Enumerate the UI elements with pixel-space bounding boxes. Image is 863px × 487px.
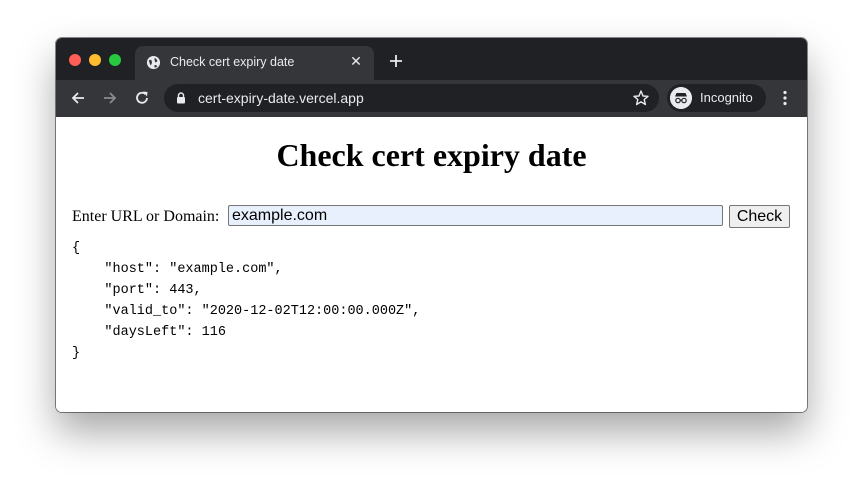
page-title: Check cert expiry date [276,137,587,173]
incognito-label: Incognito [700,90,753,105]
url-text: cert-expiry-date.vercel.app [198,90,364,106]
incognito-profile-button[interactable]: Incognito [667,84,766,112]
result-line: "valid_to": "2020-12-02T12:00:00.000Z", [72,304,421,319]
globe-icon [146,55,161,70]
json-result: { "host": "example.com", "port": 443, "v… [72,238,420,364]
reload-icon[interactable] [133,89,151,107]
url-input-label: Enter URL or Domain: [72,208,220,225]
browser-toolbar: cert-expiry-date.vercel.app Incognito [56,80,807,117]
url-domain-input[interactable] [228,205,723,226]
result-line: "port": 443, [72,283,202,298]
back-arrow-icon[interactable] [69,89,87,107]
check-button[interactable]: Check [729,205,790,228]
forward-arrow-icon[interactable] [101,89,119,107]
result-line: } [72,346,81,361]
tab-title: Check cert expiry date [170,55,295,69]
close-window-button[interactable] [69,54,81,66]
maximize-window-button[interactable] [109,54,121,66]
tab-strip: Check cert expiry date ✕ [56,38,807,80]
new-tab-icon[interactable] [387,52,405,70]
result-line: { [72,241,81,256]
vertical-dots-menu-icon[interactable] [778,89,792,107]
browser-window: Check cert expiry date ✕ cert-expiry-dat… [56,38,807,412]
lock-icon [177,92,185,104]
result-line: "daysLeft": 116 [72,325,226,340]
incognito-icon [670,87,692,109]
bookmark-star-icon[interactable] [632,89,650,107]
result-line: "host": "example.com", [72,262,283,277]
page-content: Check cert expiry date Enter URL or Doma… [56,117,807,412]
address-bar[interactable]: cert-expiry-date.vercel.app [164,84,659,112]
minimize-window-button[interactable] [89,54,101,66]
tab-active[interactable]: Check cert expiry date ✕ [135,46,374,80]
tab-close-icon[interactable]: ✕ [348,53,364,69]
